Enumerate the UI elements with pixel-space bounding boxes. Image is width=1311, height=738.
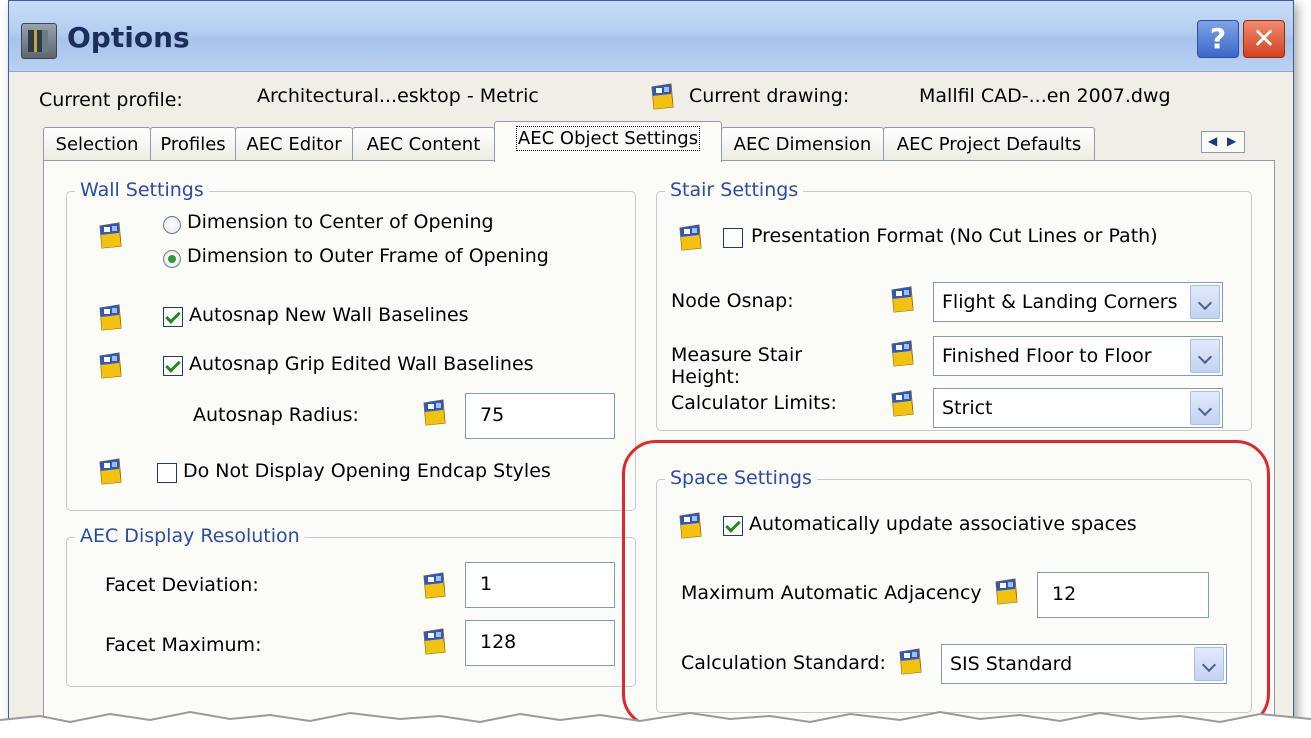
group-title: AEC Display Resolution — [75, 525, 305, 547]
help-button[interactable]: ? — [1197, 20, 1239, 58]
drawing-icon — [421, 397, 447, 427]
autosnap-new-label: Autosnap New Wall Baselines — [189, 304, 469, 326]
drawing-icon — [677, 222, 703, 252]
highlight-annotation — [622, 440, 1270, 728]
tab-aec-editor[interactable]: AEC Editor — [235, 127, 353, 161]
facet-deviation-input[interactable]: 1 — [465, 562, 615, 608]
facet-deviation-label: Facet Deviation: — [105, 574, 259, 596]
drawing-icon — [97, 350, 123, 380]
group-title: Stair Settings — [665, 179, 804, 201]
presentation-format-checkbox[interactable] — [723, 228, 743, 248]
no-endcap-checkbox[interactable] — [157, 463, 177, 483]
current-drawing-label: Current drawing: — [689, 85, 850, 107]
node-osnap-select[interactable]: Flight & Landing Corners — [933, 282, 1223, 322]
tab-aec-object-settings[interactable]: AEC Object Settings — [494, 121, 722, 162]
close-button[interactable]: ✕ — [1243, 20, 1285, 58]
application-icon — [21, 23, 57, 59]
tab-aec-dimension[interactable]: AEC Dimension — [721, 127, 884, 161]
drawing-icon — [889, 388, 915, 418]
drawing-icon — [421, 570, 447, 600]
select-value: Flight & Landing Corners — [942, 291, 1178, 313]
autosnap-radius-input[interactable]: 75 — [465, 393, 615, 439]
node-osnap-label: Node Osnap: — [671, 290, 794, 312]
tab-label: AEC Editor — [246, 134, 342, 155]
tab-scroll-buttons[interactable]: ◀ ▶ — [1201, 131, 1245, 153]
tab-selection[interactable]: Selection — [43, 127, 151, 161]
autosnap-grip-checkbox[interactable] — [163, 356, 183, 376]
tab-aec-project-defaults[interactable]: AEC Project Defaults — [883, 127, 1095, 161]
scroll-left-icon[interactable]: ◀ — [1208, 134, 1217, 148]
autosnap-radius-label: Autosnap Radius: — [193, 404, 359, 426]
dimension-center-label: Dimension to Center of Opening — [187, 211, 494, 233]
tab-label: AEC Dimension — [733, 134, 872, 155]
drawing-icon — [889, 284, 915, 314]
chevron-down-icon[interactable] — [1190, 391, 1220, 425]
tab-label: Profiles — [160, 134, 226, 155]
stair-settings-group: Stair Settings Presentation Format (No C… — [656, 179, 1252, 431]
measure-height-label: Measure Stair — [671, 344, 803, 366]
tab-aec-content[interactable]: AEC Content — [352, 127, 495, 161]
wall-settings-group: Wall Settings Dimension to Center of Ope… — [66, 179, 636, 511]
measure-height-label-line2: Height: — [671, 366, 741, 388]
drawing-icon — [421, 626, 447, 656]
chevron-down-icon[interactable] — [1190, 285, 1220, 319]
current-drawing-value: Mallfil CAD-...en 2007.dwg — [919, 85, 1171, 107]
tab-label: AEC Project Defaults — [896, 134, 1082, 155]
tab-label: Selection — [55, 134, 139, 155]
autosnap-new-checkbox[interactable] — [163, 307, 183, 327]
title-bar[interactable]: Options ? ✕ — [9, 1, 1293, 72]
dialog-title: Options — [67, 21, 190, 54]
select-value: Strict — [942, 397, 993, 419]
drawing-icon — [97, 220, 123, 250]
calculator-limits-select[interactable]: Strict — [933, 388, 1223, 428]
chevron-down-icon[interactable] — [1190, 339, 1220, 373]
facet-maximum-label: Facet Maximum: — [105, 634, 262, 656]
current-profile-value: Architectural...esktop - Metric — [257, 85, 539, 107]
dimension-outer-radio[interactable] — [163, 250, 181, 268]
facet-maximum-input[interactable]: 128 — [465, 620, 615, 666]
calculator-limits-label: Calculator Limits: — [671, 392, 837, 414]
display-resolution-group: AEC Display Resolution Facet Deviation: … — [66, 525, 636, 687]
select-value: Finished Floor to Floor — [942, 345, 1152, 367]
autosnap-grip-label: Autosnap Grip Edited Wall Baselines — [189, 353, 534, 375]
torn-edge — [0, 710, 1311, 738]
tab-label: AEC Object Settings — [515, 126, 701, 151]
drawing-icon — [649, 81, 675, 111]
measure-height-select[interactable]: Finished Floor to Floor — [933, 336, 1223, 376]
tab-label: AEC Content — [366, 134, 481, 155]
drawing-icon — [889, 338, 915, 368]
no-endcap-label: Do Not Display Opening Endcap Styles — [183, 460, 551, 482]
scroll-right-icon[interactable]: ▶ — [1227, 134, 1236, 148]
group-title: Wall Settings — [75, 179, 209, 201]
tab-profiles[interactable]: Profiles — [150, 127, 236, 161]
drawing-icon — [97, 302, 123, 332]
dimension-outer-label: Dimension to Outer Frame of Opening — [187, 245, 549, 267]
current-profile-label: Current profile: — [39, 89, 183, 111]
drawing-icon — [97, 456, 123, 486]
dimension-center-radio[interactable] — [163, 216, 181, 234]
presentation-format-label: Presentation Format (No Cut Lines or Pat… — [751, 225, 1158, 247]
